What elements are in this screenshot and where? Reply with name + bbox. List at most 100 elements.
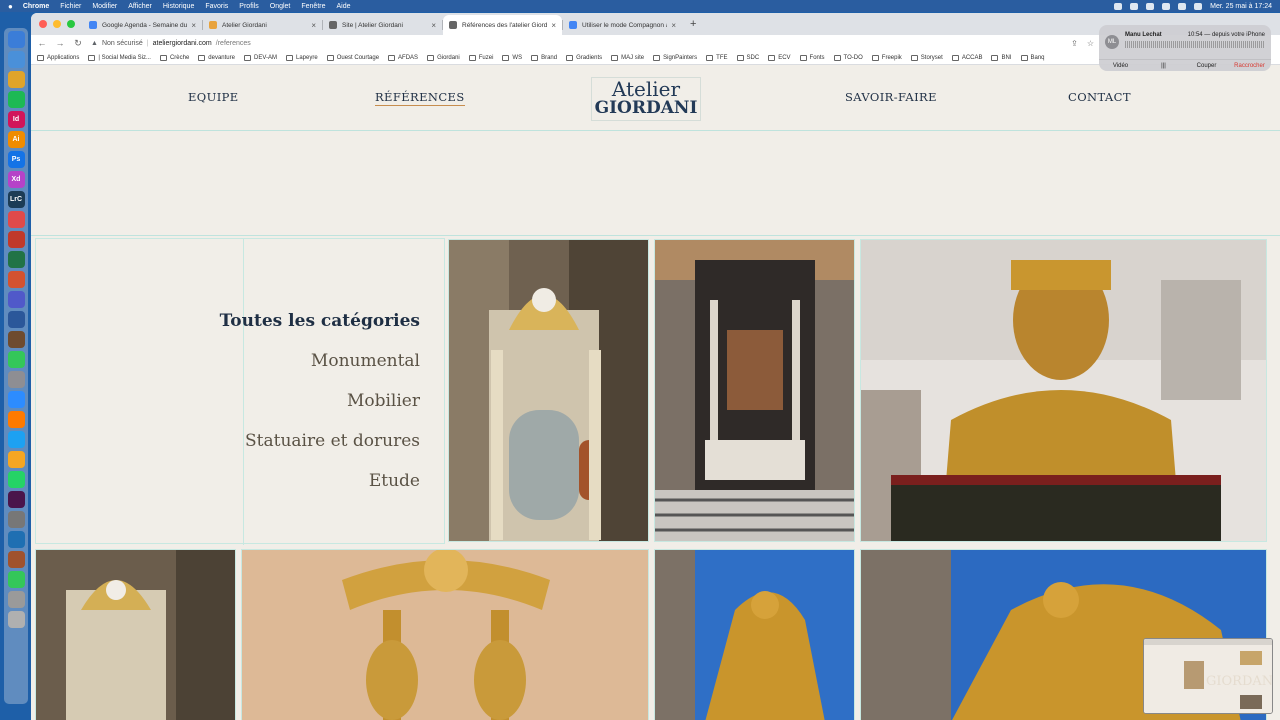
- bookmark-6[interactable]: Ouest Courtage: [326, 54, 379, 61]
- photo-altar-white-gold[interactable]: [448, 239, 649, 542]
- dock-app-2[interactable]: [7, 71, 25, 88]
- new-tab-button[interactable]: +: [682, 18, 704, 30]
- screenshot-thumbnail[interactable]: GIORDANI: [1143, 638, 1273, 714]
- bookmark-1[interactable]: | Social Media Siz...: [88, 54, 151, 61]
- bookmark-star-icon[interactable]: ☆: [1087, 39, 1094, 48]
- menu-afficher[interactable]: Afficher: [128, 3, 152, 10]
- bookmark-17[interactable]: ECV: [768, 54, 791, 61]
- bluetooth-icon[interactable]: [1146, 2, 1155, 10]
- search-icon[interactable]: [1178, 2, 1187, 10]
- bookmark-2[interactable]: Crèche: [159, 54, 189, 61]
- bookmark-3[interactable]: devanture: [198, 54, 235, 61]
- address-bar[interactable]: ▲ Non sécurisé | ateliergiordani.com/ref…: [91, 37, 1063, 50]
- dock-app-7[interactable]: Xd: [7, 171, 25, 188]
- dock-app-19[interactable]: [7, 411, 25, 428]
- dock-app-14[interactable]: [7, 311, 25, 328]
- photo-golden-horseman-1[interactable]: [654, 549, 855, 720]
- category-mobilier[interactable]: Mobilier: [220, 381, 420, 421]
- tab-close-icon[interactable]: ×: [311, 21, 316, 30]
- category-statuaire[interactable]: Statuaire et dorures: [220, 421, 420, 461]
- bookmark-22[interactable]: ACCAB: [951, 54, 982, 61]
- nav-equipe[interactable]: EQUIPE: [188, 90, 239, 104]
- minimize-window-button[interactable]: [53, 20, 61, 28]
- bookmark-24[interactable]: Banq: [1020, 54, 1045, 61]
- dock-app-20[interactable]: [7, 431, 25, 448]
- tab-close-icon[interactable]: ×: [671, 21, 676, 30]
- dock-app-6[interactable]: Ps: [7, 151, 25, 168]
- tab-3[interactable]: Références des l'atelier Giorda ×: [443, 15, 562, 35]
- dock-app-9[interactable]: [7, 211, 25, 228]
- category-monumental[interactable]: Monumental: [220, 341, 420, 381]
- photo-gilded-ornament[interactable]: [241, 549, 649, 720]
- dock-app-8[interactable]: LrC: [7, 191, 25, 208]
- bookmark-21[interactable]: Storyset: [910, 54, 943, 61]
- url-host[interactable]: ateliergiordani.com: [153, 40, 212, 47]
- dock-app-15[interactable]: [7, 331, 25, 348]
- photo-altar-detail[interactable]: [35, 549, 236, 720]
- creative-cloud-icon[interactable]: [1114, 2, 1123, 10]
- dock-app-21[interactable]: [7, 451, 25, 468]
- zoom-window-button[interactable]: [67, 20, 75, 28]
- category-all[interactable]: Toutes les catégories: [220, 301, 420, 341]
- nav-savoir-faire[interactable]: SAVOIR-FAIRE: [845, 90, 937, 104]
- bookmark-9[interactable]: Fuzei: [468, 54, 493, 61]
- bookmark-18[interactable]: Fonts: [799, 54, 825, 61]
- tab-0[interactable]: Google Agenda - Semaine du ×: [83, 15, 202, 35]
- bookmark-20[interactable]: Freepik: [871, 54, 902, 61]
- warning-icon[interactable]: ▲: [91, 40, 98, 47]
- nav-contact[interactable]: CONTACT: [1068, 90, 1131, 104]
- menu-fenetre[interactable]: Fenêtre: [301, 3, 325, 10]
- bookmark-16[interactable]: SDC: [736, 54, 759, 61]
- bookmark-8[interactable]: Giordani: [427, 54, 460, 61]
- dock-app-25[interactable]: [7, 531, 25, 548]
- tab-1[interactable]: Atelier Giordani ×: [203, 15, 322, 35]
- dock-app-22[interactable]: [7, 471, 25, 488]
- forward-icon[interactable]: →: [55, 38, 65, 48]
- dock-app-28[interactable]: [7, 591, 25, 608]
- dock-app-18[interactable]: [7, 391, 25, 408]
- photo-baroque-altar[interactable]: [654, 239, 855, 542]
- wifi-icon[interactable]: [1162, 2, 1171, 10]
- pause-button[interactable]: |||: [1142, 60, 1185, 71]
- bookmark-14[interactable]: SignPainters: [653, 54, 697, 61]
- menu-historique[interactable]: Historique: [163, 3, 195, 10]
- close-window-button[interactable]: [39, 20, 47, 28]
- control-center-icon[interactable]: [1194, 2, 1203, 10]
- menu-profils[interactable]: Profils: [239, 3, 258, 10]
- menu-onglet[interactable]: Onglet: [270, 3, 291, 10]
- tab-close-icon[interactable]: ×: [431, 21, 436, 30]
- dock-app-23[interactable]: [7, 491, 25, 508]
- site-logo[interactable]: Atelier GIORDANI: [591, 77, 701, 121]
- menu-fichier[interactable]: Fichier: [60, 3, 81, 10]
- dock-app-10[interactable]: [7, 231, 25, 248]
- apple-icon[interactable]: ●: [8, 2, 13, 11]
- category-etude[interactable]: Etude: [220, 461, 420, 501]
- bookmark-12[interactable]: Gradients: [566, 54, 602, 61]
- bookmark-5[interactable]: Lapeyre: [286, 54, 318, 61]
- bookmark-0[interactable]: Applications: [37, 54, 79, 61]
- dock-app-12[interactable]: [7, 271, 25, 288]
- share-icon[interactable]: ⇪: [1071, 39, 1078, 48]
- dock-app-0[interactable]: [7, 31, 25, 48]
- tab-close-icon[interactable]: ×: [191, 21, 196, 30]
- mute-button[interactable]: Couper: [1185, 60, 1228, 71]
- dock-app-29[interactable]: [7, 611, 25, 628]
- video-button[interactable]: Vidéo: [1099, 60, 1142, 71]
- menu-aide[interactable]: Aide: [337, 3, 351, 10]
- dock-app-11[interactable]: [7, 251, 25, 268]
- menu-modifier[interactable]: Modifier: [92, 3, 117, 10]
- dock-app-17[interactable]: [7, 371, 25, 388]
- dock-app-13[interactable]: [7, 291, 25, 308]
- bookmark-13[interactable]: MAJ site: [611, 54, 644, 61]
- dock-app-1[interactable]: [7, 51, 25, 68]
- dock-app-4[interactable]: Id: [7, 111, 25, 128]
- dock-app-26[interactable]: [7, 551, 25, 568]
- bookmark-10[interactable]: WS: [502, 54, 522, 61]
- dock-app-24[interactable]: [7, 511, 25, 528]
- menu-favoris[interactable]: Favoris: [205, 3, 228, 10]
- tab-2[interactable]: Site | Atelier Giordani ×: [323, 15, 442, 35]
- end-call-button[interactable]: Raccrocher: [1228, 60, 1271, 71]
- security-label[interactable]: Non sécurisé: [102, 40, 143, 47]
- bookmark-4[interactable]: DEV-AM: [243, 54, 277, 61]
- tab-close-icon[interactable]: ×: [551, 21, 556, 30]
